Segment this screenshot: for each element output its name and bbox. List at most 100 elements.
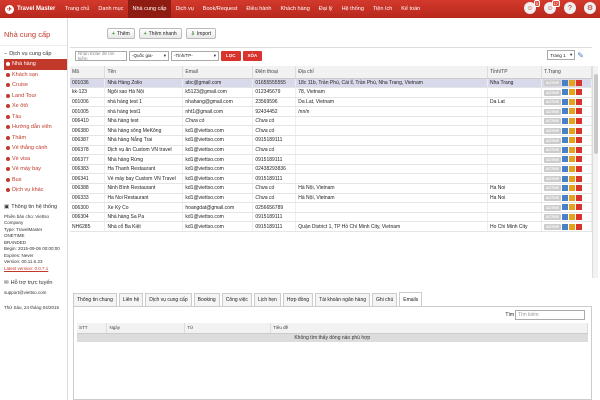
copy-icon[interactable]: [568, 146, 575, 153]
table-row[interactable]: 001005 nhà hàng test1 nht1@gmail.com 924344…: [70, 106, 593, 117]
nav-item-home[interactable]: Trang chủ: [60, 0, 94, 18]
table-row[interactable]: 006387 Nhà hàng Nắng Trai kd1@viettso.com 0…: [70, 135, 593, 146]
copy-icon[interactable]: [568, 108, 575, 115]
edit-icon[interactable]: [561, 137, 568, 144]
delete-icon[interactable]: [575, 108, 582, 115]
copy-icon[interactable]: [568, 89, 575, 96]
nav-item-booking[interactable]: Book/Request: [198, 0, 242, 18]
copy-icon[interactable]: [568, 79, 575, 86]
filter-button[interactable]: LỌC: [221, 50, 241, 61]
copy-icon[interactable]: [568, 127, 575, 134]
copy-icon[interactable]: [568, 165, 575, 172]
app-logo[interactable]: ✈ Travel Master: [0, 0, 60, 18]
copy-icon[interactable]: [568, 98, 575, 105]
table-scrollbar[interactable]: [592, 66, 598, 278]
copy-icon[interactable]: [568, 185, 575, 192]
col-city[interactable]: Tỉnh/TP: [487, 66, 542, 79]
tab-tasks[interactable]: Công việc: [221, 293, 252, 306]
sidebar-item-visa[interactable]: Vé visa: [0, 154, 67, 165]
nav-item-categories[interactable]: Danh mục: [94, 0, 128, 18]
col-name[interactable]: Tên: [104, 66, 184, 79]
table-row[interactable]: 006341 Vé máy bay Custom VN Travel kd1@vie…: [70, 173, 593, 185]
user-icon[interactable]: ☺ 0: [524, 0, 540, 14]
nav-item-customers[interactable]: Khách hàng: [276, 0, 314, 18]
table-row[interactable]: 006304 Nhà hàng Sa Pa kd1@viettso.com 09151…: [70, 212, 593, 223]
col-status[interactable]: T.Trạng: [541, 66, 593, 79]
edit-icon[interactable]: [561, 89, 568, 96]
table-row[interactable]: 006333 Ha Noi Restaurant kd1@viettso.com Ch…: [70, 193, 593, 204]
country-select[interactable]: -Quốc gia- ▾: [129, 50, 169, 61]
edit-icon[interactable]: [561, 204, 568, 211]
nav-item-utilities[interactable]: Tiện ích: [368, 0, 396, 18]
col-address[interactable]: Địa chỉ: [295, 66, 489, 79]
table-row[interactable]: 006388 Ninh Bình Restaurant kd1@viettso.co…: [70, 183, 593, 194]
col-email[interactable]: Email: [182, 66, 254, 79]
delete-icon[interactable]: [575, 98, 582, 105]
tab-emails[interactable]: Emails: [399, 292, 423, 306]
delete-icon[interactable]: [575, 194, 582, 201]
sidebar-item-restaurant[interactable]: Nhà hàng: [4, 59, 67, 70]
nav-item-services[interactable]: Dịch vụ: [171, 0, 198, 18]
sidebar-item-sightseeing[interactable]: Vé thắng cảnh: [0, 143, 67, 154]
tab-booking[interactable]: Booking: [193, 293, 220, 306]
tab-services[interactable]: Dịch vụ cung cấp: [145, 293, 192, 306]
delete-icon[interactable]: [575, 127, 582, 134]
sidebar-item-cruise[interactable]: Cruise: [0, 80, 67, 91]
emails-search-input[interactable]: Tìm kiếm: [515, 310, 585, 320]
edit-icon[interactable]: [561, 98, 568, 105]
delete-icon[interactable]: [575, 79, 582, 86]
search-input[interactable]: Nhận Enter để tìm kiếm: [75, 50, 127, 61]
col-code[interactable]: Mã: [70, 66, 106, 79]
user-icon[interactable]: ☺ 17: [544, 0, 560, 14]
sidebar-item-hotel[interactable]: Khách sạn: [0, 70, 67, 81]
tab-appointments[interactable]: Lịch hẹn: [253, 293, 281, 306]
sidebar-item-land-tour[interactable]: Land Tour: [0, 91, 67, 102]
table-row[interactable]: 006378 Dịch vụ ăn Custom VN travel kd1@vie…: [70, 145, 593, 156]
gear-icon[interactable]: ⚙: [584, 2, 596, 14]
sidebar-item-bus[interactable]: Bus: [0, 175, 67, 186]
wrench-icon[interactable]: ✎: [577, 51, 584, 60]
copy-icon[interactable]: [568, 156, 575, 163]
table-row[interactable]: 006377 Nhà hàng Rừng kd1@viettso.com 091518…: [70, 154, 593, 165]
delete-icon[interactable]: [575, 223, 582, 230]
edit-icon[interactable]: [561, 223, 568, 230]
delete-icon[interactable]: [575, 175, 582, 182]
col-from[interactable]: Từ: [184, 323, 272, 334]
table-row[interactable]: 001036 Nhà Hàng Zolio abc@gmail.com 0165555…: [70, 78, 593, 89]
copy-icon[interactable]: [568, 223, 575, 230]
nav-item-agents[interactable]: Đại lý: [314, 0, 337, 18]
edit-icon[interactable]: [561, 175, 568, 182]
tab-notes[interactable]: Ghi chú: [372, 293, 398, 306]
scrollbar-thumb[interactable]: [594, 74, 598, 154]
tab-bank-accounts[interactable]: Tài khoản ngân hàng: [315, 293, 371, 306]
sidebar-item-car[interactable]: Xe ôtô: [0, 101, 67, 112]
table-row[interactable]: 006380 Nhà hàng sông MeKông kd1@viettso.co…: [70, 125, 593, 137]
clear-button[interactable]: XÓA: [242, 50, 263, 61]
edit-icon[interactable]: [561, 118, 568, 124]
quick-add-button[interactable]: + Thêm nhanh: [138, 28, 182, 39]
sidebar-item-flight[interactable]: Vé máy bay: [0, 164, 67, 175]
nav-item-accounting[interactable]: Kế toán: [397, 0, 425, 18]
copy-icon[interactable]: [568, 137, 575, 144]
table-row[interactable]: 001006 nhà hàng test 1 nhahang@gmail.com 23…: [70, 97, 593, 108]
delete-icon[interactable]: [575, 156, 582, 163]
copy-icon[interactable]: [568, 175, 575, 182]
sidebar-item-other[interactable]: Dịch vụ khác: [0, 185, 67, 196]
table-row[interactable]: kk-123 Ngôi sao Hà Nội k5123@gmail.com 0123…: [70, 87, 593, 98]
sidebar-item-visit[interactable]: Thăm: [0, 133, 67, 144]
edit-icon[interactable]: [561, 185, 568, 192]
support-email[interactable]: support@viettso.com: [0, 288, 67, 299]
nav-item-suppliers[interactable]: Nhà cung cấp: [128, 0, 171, 18]
add-button[interactable]: + Thêm: [107, 28, 135, 39]
delete-icon[interactable]: [575, 89, 582, 96]
col-index[interactable]: STT: [77, 323, 108, 334]
sidebar-item-train[interactable]: Tàu: [0, 112, 67, 123]
delete-icon[interactable]: [575, 185, 582, 192]
province-select[interactable]: -Tỉnh/TP- ▾: [171, 50, 219, 61]
edit-icon[interactable]: [561, 156, 568, 163]
delete-icon[interactable]: [575, 204, 582, 211]
delete-icon[interactable]: [575, 146, 582, 153]
copy-icon[interactable]: [568, 204, 575, 211]
table-row[interactable]: 006383 Ha Thanh Restaurant kd1@viettso.com…: [70, 164, 593, 175]
edit-icon[interactable]: [561, 213, 568, 220]
